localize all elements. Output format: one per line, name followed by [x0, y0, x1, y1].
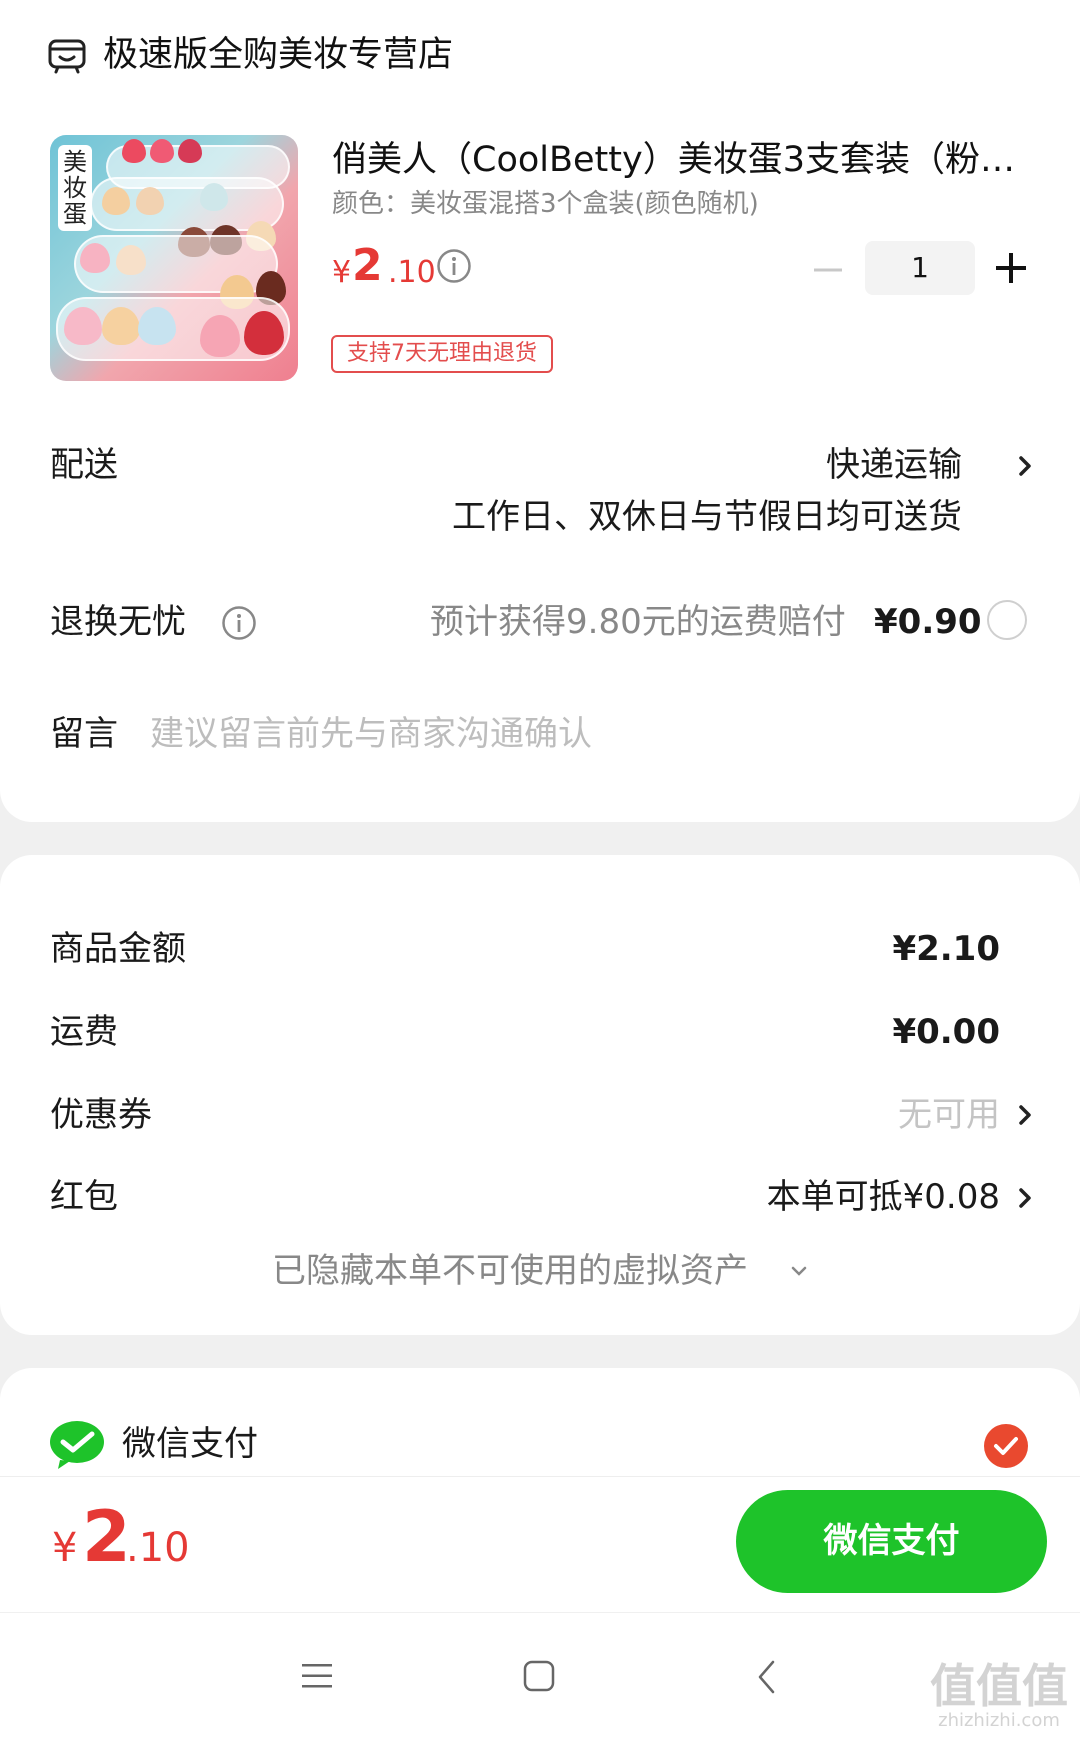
return-insurance-price: ¥0.90 [874, 602, 982, 642]
watermark-sub: zhizhizhi.com [938, 1710, 1060, 1731]
delivery-chevron-icon[interactable] [1016, 452, 1034, 480]
summary-goods-value: ¥2.10 [892, 929, 1000, 969]
message-label: 留言 [50, 714, 118, 754]
summary-card: 商品金额 ¥2.10 运费 ¥0.00 优惠券 无可用 红包 本单可抵¥0.08… [0, 855, 1080, 1335]
price-symbol: ¥ [332, 255, 352, 290]
watermark-main: 值值值 [930, 1659, 1068, 1713]
store-icon [48, 39, 86, 74]
payment-card: 微信支付 [0, 1368, 1080, 1488]
return-insurance-radio[interactable] [987, 600, 1027, 640]
product-spec[interactable]: 颜色：美妆蛋混搭3个盒装(颜色随机) [332, 185, 759, 223]
delivery-label: 配送 [50, 445, 118, 485]
wechat-pay-icon [50, 1421, 104, 1469]
back-icon[interactable] [756, 1659, 778, 1695]
price-decimal: .10 [388, 255, 436, 290]
refund-badge: 支持7天无理由退货 [331, 335, 553, 373]
return-insurance-info-icon[interactable] [221, 605, 257, 641]
quantity-increase-button[interactable] [994, 249, 1028, 287]
store-name[interactable]: 极速版全购美妆专营店 [103, 30, 453, 80]
payment-method-label[interactable]: 微信支付 [122, 1420, 258, 1468]
pay-button[interactable]: 微信支付 [736, 1490, 1047, 1593]
summary-goods-label: 商品金额 [50, 929, 186, 969]
menu-icon[interactable] [300, 1661, 334, 1691]
order-card: 极速版全购美妆专营店 美妆蛋 俏美人（CoolBetty）美妆蛋3支套装（粉… … [0, 0, 1080, 822]
redpacket-chevron-icon[interactable] [1016, 1184, 1034, 1212]
price-integer: 2 [352, 240, 383, 291]
total-integer: 2 [82, 1496, 131, 1578]
home-icon[interactable] [522, 1659, 556, 1693]
quantity-field[interactable]: 1 [865, 241, 975, 295]
total-symbol: ¥ [52, 1525, 78, 1571]
summary-shipping-label: 运费 [50, 1012, 118, 1052]
summary-coupon-label: 优惠券 [50, 1095, 152, 1135]
summary-redpacket-label: 红包 [50, 1177, 118, 1217]
message-input[interactable]: 建议留言前先与商家沟通确认 [150, 710, 592, 758]
delivery-note: 工作日、双休日与节假日均可送货 [452, 497, 962, 537]
quantity-decrease-button[interactable] [812, 255, 844, 285]
total-decimal: .10 [126, 1525, 190, 1571]
chevron-down-icon[interactable] [790, 1264, 808, 1278]
summary-coupon-value[interactable]: 无可用 [898, 1091, 1000, 1139]
system-nav-bar: 值值值 zhizhizhi.com [0, 1612, 1080, 1744]
summary-shipping-value: ¥0.00 [892, 1012, 1000, 1052]
return-insurance-label: 退换无忧 [50, 602, 186, 642]
product-image[interactable]: 美妆蛋 [50, 135, 298, 381]
return-insurance-desc: 预计获得9.80元的运费赔付 [430, 602, 846, 642]
thumb-tag: 美妆蛋 [58, 145, 92, 231]
watermark: 值值值 zhizhizhi.com [930, 1661, 1068, 1731]
hidden-assets-toggle[interactable]: 已隐藏本单不可使用的虚拟资产 [272, 1247, 748, 1295]
summary-redpacket-value[interactable]: 本单可抵¥0.08 [767, 1173, 1000, 1221]
delivery-method[interactable]: 快递运输 [826, 441, 962, 489]
coupon-chevron-icon[interactable] [1016, 1101, 1034, 1129]
payment-selected-check-icon[interactable] [984, 1424, 1028, 1468]
price-info-icon[interactable] [436, 248, 472, 284]
product-title[interactable]: 俏美人（CoolBetty）美妆蛋3支套装（粉… [332, 136, 1012, 184]
